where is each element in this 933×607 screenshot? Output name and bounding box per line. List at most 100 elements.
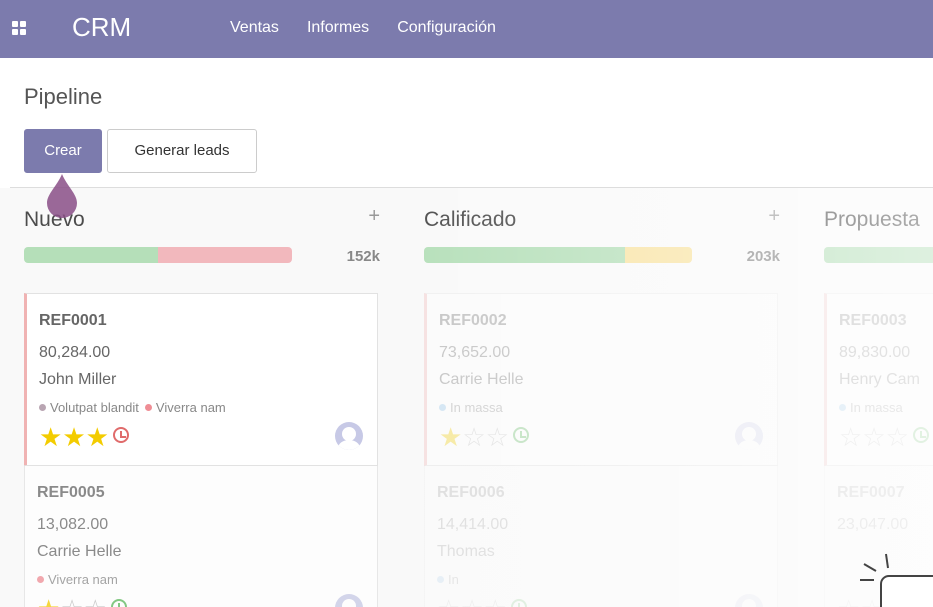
kanban-card[interactable]: REF0003 89,830.00 Henry Cam In massa ☆☆☆ [824,293,933,466]
click-indicator-icon [47,174,77,218]
priority-star-icon[interactable]: ☆ [862,422,885,452]
progress-segment[interactable] [24,247,158,263]
column-progress-bar[interactable] [24,247,292,263]
kanban-card[interactable]: REF0002 73,652.00 Carrie Helle In massa ★☆☆ [424,293,778,466]
card-tags: Volutpat blandit Viverra nam [39,400,232,415]
card-amount: 73,652.00 [439,344,511,361]
card-amount: 23,047.00 [837,516,909,533]
card-partner: John Miller [39,371,117,388]
priority-stars: ★★★ [39,422,129,452]
card-partner: Carrie Helle [439,371,524,388]
activity-clock-icon[interactable] [912,427,929,443]
card-reference: REF0006 [437,484,505,501]
main-menu: Ventas Informes Configuración [230,18,524,38]
kanban-card[interactable]: REF0001 80,284.00 John Miller Volutpat blan… [24,293,378,466]
column-total: 203k [746,248,780,265]
avatar [735,422,763,450]
breadcrumb: Pipeline [24,84,103,109]
tag-dot-icon [439,404,446,411]
priority-star-icon[interactable]: ☆ [484,594,507,607]
card-amount: 14,414.00 [437,516,509,533]
tag-dot-icon [437,576,444,583]
tag-label: Viverra nam [155,400,226,415]
priority-star-icon[interactable]: ★ [37,594,60,607]
column-progress-bar[interactable] [824,247,933,263]
tag-dot-icon [839,404,846,411]
card-reference: REF0002 [439,312,507,329]
tag-label: Volutpat blandit [50,400,139,415]
priority-star-icon[interactable]: ☆ [84,594,107,607]
kanban-card[interactable]: REF0005 13,082.00 Carrie Helle Viverra nam ★… [24,465,378,607]
activity-clock-icon[interactable] [512,427,529,443]
generate-leads-button[interactable]: Generar leads [107,129,257,173]
top-navbar: CRM Ventas Informes Configuración [0,0,933,58]
card-tags: Viverra nam [37,572,124,587]
avatar [335,422,363,450]
card-reference: REF0001 [39,312,107,329]
activity-clock-icon[interactable] [110,599,127,607]
card-tags: In [437,572,465,587]
priority-star-icon[interactable]: ★ [62,422,85,452]
loading-spinner-icon [860,553,933,607]
progress-segment[interactable] [625,247,692,263]
progress-segment[interactable] [158,247,292,263]
apps-menu-icon[interactable] [12,21,26,35]
priority-star-icon[interactable]: ☆ [486,422,509,452]
priority-star-icon[interactable]: ☆ [837,594,860,607]
priority-star-icon[interactable]: ★ [39,422,62,452]
card-tags: In massa [839,400,909,415]
kanban-column-1: Calificado +203k REF0002 73,652.00 Carrie He… [424,188,780,607]
menu-item-informes[interactable]: Informes [307,18,369,38]
progress-segment[interactable] [824,247,933,263]
app-brand[interactable]: CRM [72,10,131,44]
avatar [735,594,763,607]
priority-star-icon[interactable]: ☆ [462,422,485,452]
card-reference: REF0007 [837,484,905,501]
tag-dot-icon [144,404,152,411]
avatar [335,594,363,607]
card-amount: 89,830.00 [839,344,911,361]
tag-dot-icon [39,404,46,411]
kanban-column-2: Propuesta+REF000389,830.00Henry CamIn ma… [824,188,933,607]
column-title: Propuesta [824,208,920,231]
menu-item-configuracion[interactable]: Configuración [397,18,496,38]
kanban-card[interactable]: REF000614,414.00ThomasIn☆☆☆ [424,465,778,607]
tag-dot-icon [37,576,44,583]
column-total: 152k [346,248,380,265]
priority-star-icon[interactable]: ☆ [839,422,862,452]
priority-star-icon[interactable]: ★ [439,422,462,452]
control-panel-divider [10,187,933,188]
priority-stars: ★☆☆ [37,594,127,607]
priority-star-icon[interactable]: ☆ [60,594,83,607]
card-amount: 80,284.00 [39,344,111,361]
tag-label: In [448,572,459,587]
quick-create-icon[interactable]: + [368,205,380,228]
kanban-column-0: Nuevo +152k REF0001 80,284.00 John Miller Vol… [24,188,380,607]
menu-item-ventas[interactable]: Ventas [230,18,279,38]
priority-stars: ☆☆☆ [839,422,929,452]
activity-clock-icon[interactable] [510,599,527,607]
priority-star-icon[interactable]: ☆ [886,422,909,452]
priority-star-icon[interactable]: ☆ [437,594,460,607]
tag-label: In massa [450,400,503,415]
priority-star-icon[interactable]: ☆ [460,594,483,607]
column-title: Calificado [424,208,517,231]
progress-segment[interactable] [424,247,625,263]
quick-create-icon[interactable]: + [768,205,780,228]
kanban-board: Nuevo +152k REF0001 80,284.00 John Miller Vol… [0,188,933,607]
card-reference: REF0005 [37,484,105,501]
card-partner: Henry Cam [839,371,920,388]
card-tags: In massa [439,400,509,415]
card-amount: 13,082.00 [37,516,109,533]
card-reference: REF0003 [839,312,907,329]
activity-clock-icon[interactable] [112,427,129,443]
column-progress-bar[interactable] [424,247,692,263]
priority-star-icon[interactable]: ★ [86,422,109,452]
tag-label: In massa [850,400,903,415]
priority-stars: ☆☆☆ [437,594,527,607]
priority-stars: ★☆☆ [439,422,529,452]
card-partner: Thomas [437,543,495,560]
tag-label: Viverra nam [48,572,118,587]
create-button[interactable]: Crear [24,129,102,173]
card-partner: Carrie Helle [37,543,122,560]
